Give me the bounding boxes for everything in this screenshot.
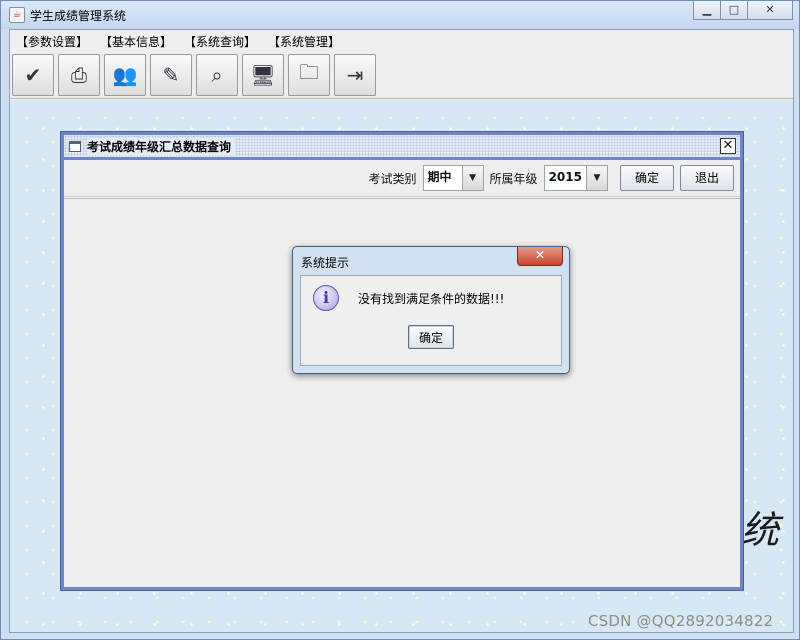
magnifier-icon: ⌕ xyxy=(211,63,223,87)
chevron-down-icon[interactable]: ▼ xyxy=(585,166,607,190)
dialog-message: 没有找到满足条件的数据!!! xyxy=(358,292,505,306)
exam-type-label: 考试类别 xyxy=(368,171,417,186)
fax-button[interactable]: ⎙ xyxy=(58,54,100,96)
network-folder-button[interactable]: 🗀 xyxy=(288,54,330,96)
internal-frame-close-icon[interactable]: ✕ xyxy=(720,138,736,154)
exit-icon: ⇥ xyxy=(346,63,364,87)
fax-icon: ⎙ xyxy=(71,63,87,87)
exit-button[interactable]: ⇥ xyxy=(334,54,376,96)
query-criteria-bar: 考试类别 期中 ▼ 所属年级 2015 ▼ 确定 退出 xyxy=(64,160,740,197)
window-titlebar[interactable]: ☕ 学生成绩管理系统 ▁ □ ✕ xyxy=(1,1,799,29)
close-icon[interactable]: ✕ xyxy=(748,1,793,20)
watermark-text: CSDN @QQ2892034822 xyxy=(588,612,774,630)
dialog-close-icon[interactable]: ✕ xyxy=(517,247,563,266)
exam-type-value: 期中 xyxy=(427,170,452,184)
checklist-books-icon: ✔ xyxy=(24,63,42,87)
background-decoration-text: 统 xyxy=(740,508,779,552)
toolbar: ✔ ⎙ 👥 ✎ ⌕ 🖥 🗀 ⇥ xyxy=(10,52,793,99)
people-button[interactable]: 👥 xyxy=(104,54,146,96)
menu-system-query[interactable]: 【系统查询】 xyxy=(180,33,264,50)
menu-basic-info[interactable]: 【基本信息】 xyxy=(96,33,180,50)
menu-system-management[interactable]: 【系统管理】 xyxy=(264,33,348,50)
checklist-books-button[interactable]: ✔ xyxy=(12,54,54,96)
dialog-title: 系统提示 xyxy=(301,256,350,270)
minimize-icon[interactable]: ▁ xyxy=(693,1,721,20)
tools-icon: ✎ xyxy=(162,63,180,87)
window-title: 学生成绩管理系统 xyxy=(30,9,127,23)
window-controls: ▁ □ ✕ xyxy=(693,1,793,20)
menu-parameter-settings[interactable]: 【参数设置】 xyxy=(12,33,96,50)
computer-icon: 🖥 xyxy=(250,63,276,87)
grade-value: 2015 xyxy=(548,170,582,184)
maximize-icon[interactable]: □ xyxy=(721,1,748,20)
internal-frame-titlebar[interactable]: 考试成绩年级汇总数据查询 ✕ xyxy=(64,135,740,157)
menubar: 【参数设置】 【基本信息】 【系统查询】 【系统管理】 xyxy=(10,30,793,52)
java-cup-icon: ☕ xyxy=(9,7,25,23)
frame-icon xyxy=(69,140,81,152)
confirm-button[interactable]: 确定 xyxy=(619,165,674,191)
exit-button[interactable]: 退出 xyxy=(679,165,734,191)
dialog-ok-button[interactable]: 确定 xyxy=(408,325,454,349)
people-icon: 👥 xyxy=(112,63,138,87)
internal-frame-title: 考试成绩年级汇总数据查询 xyxy=(87,137,236,155)
info-icon: i xyxy=(313,285,339,311)
magnifier-button[interactable]: ⌕ xyxy=(196,54,238,96)
system-message-dialog: 系统提示 ✕ i 没有找到满足条件的数据!!! 确定 xyxy=(292,246,570,374)
network-folder-icon: 🗀 xyxy=(299,60,319,84)
chevron-down-icon[interactable]: ▼ xyxy=(461,166,483,190)
grade-select[interactable]: 2015 ▼ xyxy=(543,165,608,191)
exam-type-select[interactable]: 期中 ▼ xyxy=(422,165,484,191)
grade-label: 所属年级 xyxy=(489,171,538,186)
tools-button[interactable]: ✎ xyxy=(150,54,192,96)
dialog-body: i 没有找到满足条件的数据!!! 确定 xyxy=(300,275,562,366)
computer-button[interactable]: 🖥 xyxy=(242,54,284,96)
